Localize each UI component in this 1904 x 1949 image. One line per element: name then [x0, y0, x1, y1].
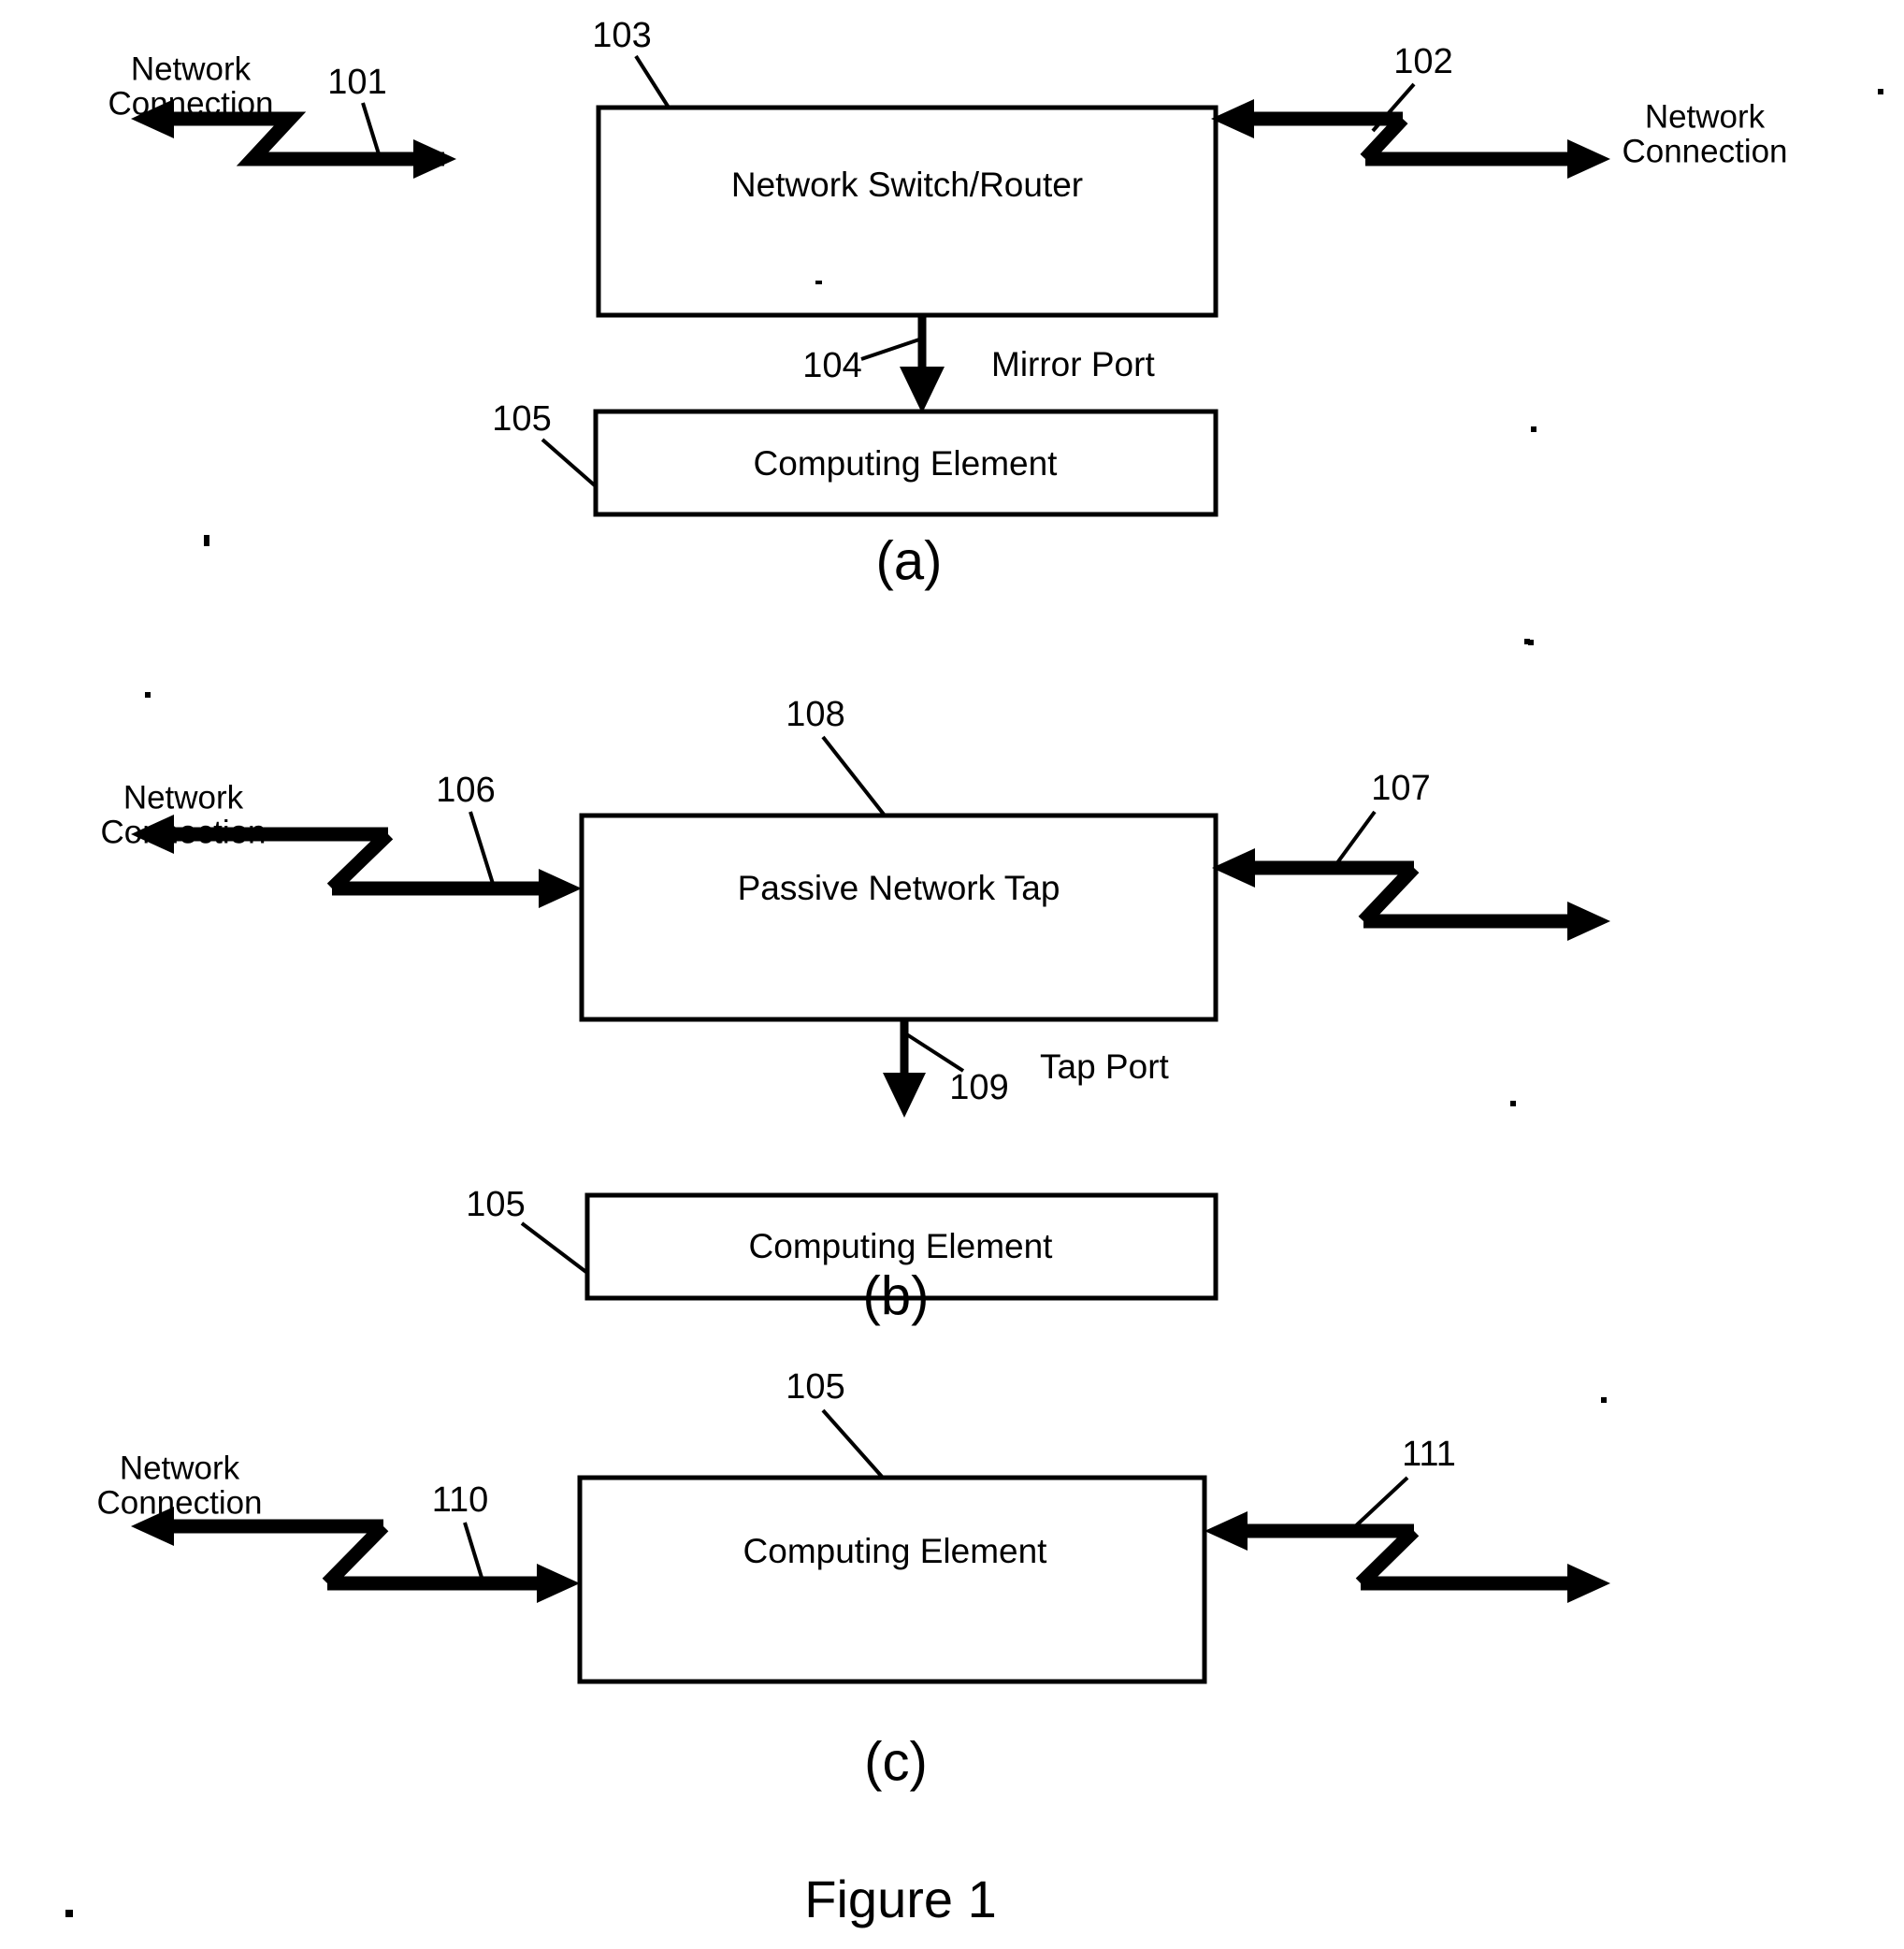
ref-110-leader-line: [463, 1522, 484, 1581]
network-connection-label-a-left-line2: Connection: [108, 85, 273, 122]
panel-c: Computing Element 105 110 Network Connec…: [65, 1367, 1610, 1917]
ref-108-label: 108: [786, 695, 844, 734]
ref-109-label: 109: [949, 1068, 1008, 1107]
network-connection-label-c-left-line1: Network: [120, 1450, 240, 1486]
scan-speck: [1531, 426, 1536, 432]
ref-105-label-a: 105: [492, 399, 551, 439]
tap-port-arrow: [883, 1019, 926, 1118]
subcaption-a: (a): [876, 530, 943, 591]
network-link-106-diagonal: [326, 829, 394, 894]
network-switch-router-label: Network Switch/Router: [731, 166, 1083, 204]
scan-speck: [1878, 89, 1883, 94]
ref-103-label: 103: [592, 16, 651, 55]
ref-105-label-b: 105: [466, 1185, 525, 1224]
patent-figure: Network Switch/Router 103 101 Network Co…: [0, 0, 1904, 1949]
passive-network-tap-box: [579, 813, 1219, 1022]
scan-speck: [815, 281, 822, 284]
ref-106-leader-line: [469, 811, 496, 888]
network-link-107-left-arrowhead: [1212, 848, 1255, 888]
computing-element-box-c: [577, 1475, 1207, 1684]
mirror-port-label: Mirror Port: [991, 345, 1155, 383]
ref-107-label: 107: [1371, 769, 1430, 808]
computing-element-label-a: Computing Element: [754, 444, 1059, 483]
ref-105-leader-line-c: [821, 1408, 885, 1480]
network-link-102-right-arrowhead: [1567, 139, 1610, 179]
scan-speck: [1524, 639, 1530, 644]
ref-102-label: 102: [1393, 42, 1452, 81]
network-link-111-right-arrowhead: [1567, 1564, 1610, 1603]
scan-speck: [1601, 1397, 1607, 1403]
subcaption-b: (b): [863, 1265, 930, 1326]
network-link-106-right-arrowhead: [539, 869, 582, 908]
network-link-107-diagonal: [1358, 862, 1420, 927]
network-link-101-right-arrowhead: [413, 139, 456, 179]
network-link-110-right-arrowhead: [537, 1564, 580, 1603]
panel-b: Passive Network Tap 108 106 Network Conn…: [100, 639, 1610, 1326]
figure-caption: Figure 1: [804, 1870, 996, 1928]
tap-port-arrowhead: [883, 1073, 926, 1118]
scan-speck: [1510, 1101, 1516, 1106]
network-link-101-path: [159, 111, 444, 166]
mirror-port-arrowhead: [900, 367, 945, 413]
computing-element-label-c: Computing Element: [743, 1532, 1048, 1570]
ref-104-label: 104: [802, 346, 861, 385]
network-connection-label-a-right-line1: Network: [1645, 98, 1766, 135]
ref-105-leader-line-b: [520, 1221, 589, 1275]
subcaption-c: (c): [864, 1731, 928, 1792]
network-link-111-left-arrowhead: [1204, 1511, 1248, 1551]
scan-speck: [204, 535, 209, 546]
scan-speck: [145, 692, 151, 698]
network-link-107: [1212, 848, 1610, 941]
computing-element-label-b: Computing Element: [749, 1227, 1054, 1265]
network-link-110: [131, 1507, 580, 1603]
mirror-port-arrow: [900, 315, 945, 413]
network-connection-label-b-left-line1: Network: [123, 779, 244, 816]
network-link-107-right-arrowhead: [1567, 902, 1610, 941]
ref-107-leader-line: [1332, 810, 1377, 870]
network-link-110-diagonal: [322, 1521, 389, 1589]
ref-105-leader-line-a: [541, 438, 598, 488]
ref-103-leader-line: [634, 54, 671, 109]
ref-111-label: 111: [1402, 1435, 1456, 1474]
ref-101-leader-line: [361, 102, 382, 158]
passive-network-tap-label: Passive Network Tap: [738, 869, 1060, 907]
network-connection-label-a-left-line1: Network: [131, 51, 252, 87]
network-connection-label-b-left-line2: Connection: [100, 814, 266, 850]
ref-106-label: 106: [436, 771, 495, 810]
ref-108-leader-line: [821, 735, 887, 817]
tap-port-label: Tap Port: [1040, 1047, 1170, 1086]
panel-a: Network Switch/Router 103 101 Network Co…: [108, 16, 1883, 645]
ref-109-leader-line: [903, 1032, 965, 1073]
ref-105-label-c: 105: [786, 1367, 844, 1407]
figure-canvas: Network Switch/Router 103 101 Network Co…: [65, 16, 1883, 1928]
ref-110-label: 110: [432, 1480, 489, 1520]
ref-104-leader-line: [860, 337, 923, 361]
network-connection-label-a-right-line2: Connection: [1622, 133, 1787, 169]
network-link-111-diagonal: [1355, 1525, 1420, 1589]
ref-101-label: 101: [327, 63, 386, 102]
network-connection-label-c-left-line2: Connection: [96, 1484, 262, 1521]
ref-111-leader-line: [1349, 1476, 1409, 1533]
network-switch-router-box: [596, 105, 1219, 318]
scan-speck: [65, 1910, 73, 1917]
network-link-111: [1204, 1511, 1610, 1603]
